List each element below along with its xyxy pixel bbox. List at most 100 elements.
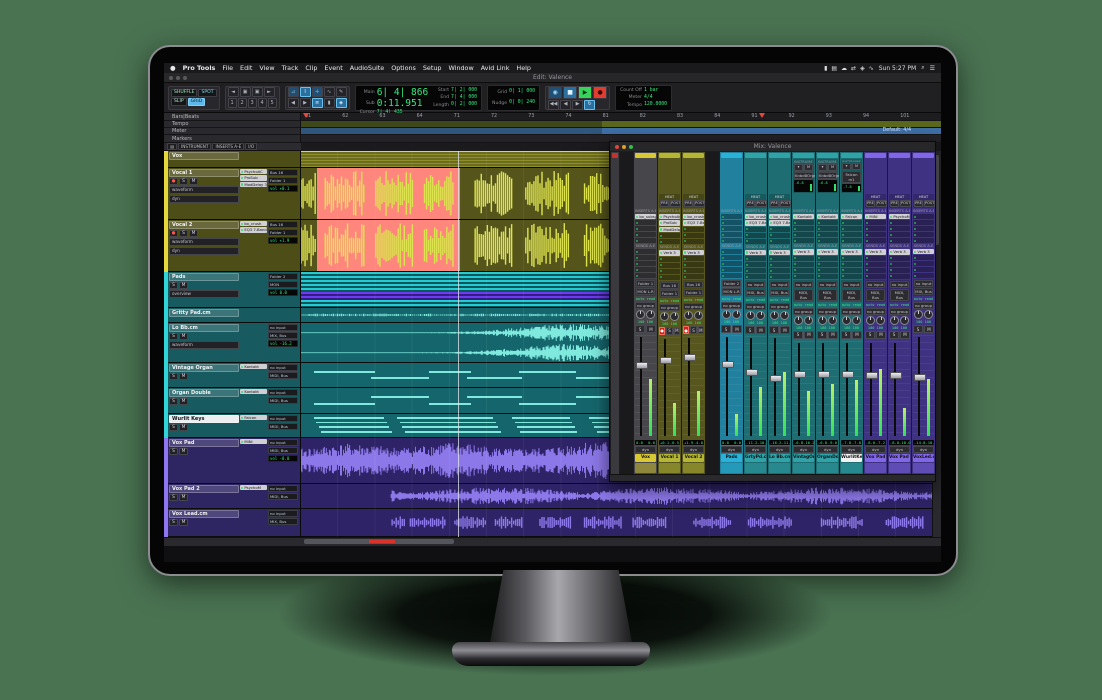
fader-cap[interactable] — [890, 372, 902, 379]
comments-box[interactable] — [841, 463, 862, 473]
solo-button[interactable]: S — [169, 373, 178, 380]
insert-plugin-button[interactable]: Verb 3 — [889, 249, 910, 254]
insert-slot-empty[interactable] — [635, 273, 656, 278]
insert-slot-empty[interactable] — [659, 269, 680, 274]
solo-button[interactable]: S — [169, 448, 178, 455]
solo-button[interactable]: S — [179, 178, 188, 185]
insert-slot-empty[interactable] — [889, 262, 910, 267]
insertion-follows-icon[interactable]: ▮ — [324, 98, 335, 108]
insert-plugin-button[interactable]: Kontakt — [817, 214, 838, 219]
track-view-selector[interactable]: waveform — [169, 341, 239, 349]
mute-button[interactable]: M — [189, 178, 198, 185]
input-selector[interactable]: Bus 16 — [660, 282, 679, 289]
pan-knob-left[interactable] — [770, 311, 779, 320]
fader-area[interactable] — [865, 341, 886, 438]
strip-name-plate[interactable]: Vox Pad 2 — [889, 454, 910, 462]
track-name[interactable]: Lo Bb.cm — [169, 324, 239, 332]
mute-button[interactable]: M — [179, 519, 188, 526]
menu-item-avid-link[interactable]: Avid Link — [481, 64, 510, 72]
sub-counter-value[interactable]: 0:11.951 — [376, 98, 429, 109]
solo-button[interactable]: S — [169, 333, 178, 340]
insert-slot-empty[interactable] — [841, 226, 862, 231]
solo-button[interactable]: S — [721, 325, 731, 333]
pan-knob-left[interactable] — [890, 316, 899, 325]
group-selector[interactable]: no group — [817, 308, 838, 315]
column-header-i-o[interactable]: I/O — [245, 143, 257, 150]
pan-knob-left[interactable] — [866, 316, 875, 325]
pan-knob-right[interactable] — [646, 310, 655, 319]
output-selector[interactable]: Folder 1 — [684, 289, 703, 296]
midi-note[interactable] — [371, 377, 429, 379]
fader-cap[interactable] — [914, 374, 926, 381]
comments-box[interactable] — [635, 463, 656, 473]
insert-slot-empty[interactable] — [865, 226, 886, 231]
dyn-button[interactable]: dyn — [745, 446, 766, 453]
menu-item-pro-tools[interactable]: Pro Tools — [183, 64, 216, 72]
ruler-label-bars-beats[interactable]: Bars|Beats — [164, 113, 301, 121]
fader-cap[interactable] — [746, 369, 758, 376]
comments-box[interactable] — [817, 463, 838, 473]
io-selector[interactable]: Bus 16 — [268, 221, 298, 228]
solo-button[interactable]: S — [179, 230, 188, 237]
mute-button[interactable]: M — [179, 282, 188, 289]
insert-slot-empty[interactable] — [659, 263, 680, 268]
control-center-icon[interactable]: ☰ — [930, 65, 935, 72]
insert-slot-empty[interactable] — [913, 261, 934, 266]
insert-slot-empty[interactable] — [841, 238, 862, 243]
mix-window[interactable]: Mix: Valence INSERTS A-Ebx_subsynSENDS A… — [609, 141, 936, 482]
insert-plugin-button[interactable]: PsychoAC — [659, 214, 680, 219]
insert-slot-empty[interactable] — [817, 220, 838, 225]
zoom-preset-5[interactable]: 5 — [268, 98, 277, 108]
track-name[interactable]: Gritty Pad.cm — [169, 309, 239, 317]
group-selector[interactable]: no group — [745, 303, 766, 310]
menu-item-view[interactable]: View — [259, 64, 274, 72]
track-list-icon[interactable]: ▤ — [167, 143, 177, 150]
insert-slot-empty[interactable] — [635, 255, 656, 260]
session-display[interactable]: Count Off 1 bar Meter 4/4 Tempo 120.0000 — [615, 85, 672, 111]
mute-button[interactable]: M — [852, 331, 862, 339]
zoom-horizontal-icon[interactable]: ▣ — [240, 87, 251, 97]
insert-slot-empty[interactable] — [635, 238, 656, 243]
meter-value[interactable]: 4/4 — [643, 94, 668, 101]
insert-plugin-button[interactable]: bx_crush — [769, 214, 790, 219]
insert-slot-empty[interactable] — [817, 268, 838, 273]
mute-button[interactable]: M — [732, 325, 742, 333]
solo-button[interactable]: S — [169, 424, 178, 431]
insert-slot-empty[interactable] — [889, 226, 910, 231]
insert-slot-empty[interactable] — [817, 262, 838, 267]
input-selector[interactable]: no input — [818, 281, 837, 288]
dyn-button[interactable]: dyn — [659, 446, 680, 453]
track-name[interactable]: Organ Double — [169, 389, 239, 397]
trim-tool-icon[interactable]: ⊿ — [288, 87, 299, 97]
insert-plugin-button[interactable]: MiNi — [865, 214, 886, 219]
insert-slot-empty[interactable] — [841, 268, 862, 273]
automation-mode-button[interactable]: auto read — [683, 298, 704, 302]
tab-to-transient-icon[interactable]: ◀ — [288, 98, 299, 108]
insert-plugin-button[interactable]: EQ3 7-Band — [240, 227, 267, 232]
insert-plugin-button[interactable]: MiNi — [240, 439, 267, 444]
menu-item-window[interactable]: Window — [448, 64, 473, 72]
insert-slot-empty[interactable] — [889, 274, 910, 279]
insert-plugin-button[interactable]: Kontakt — [240, 389, 267, 394]
insert-slot-empty[interactable] — [635, 226, 656, 231]
grid-value[interactable]: 0| 1| 000 — [508, 87, 536, 98]
insert-slot-empty[interactable] — [635, 267, 656, 272]
dyn-button[interactable]: dyn — [817, 446, 838, 453]
mute-button[interactable]: M — [646, 325, 656, 333]
dyn-button[interactable]: dyn — [889, 446, 910, 453]
insert-slot-empty[interactable] — [683, 233, 704, 238]
group-selector[interactable]: no group — [769, 303, 790, 310]
strip-name-plate[interactable]: WurlitKeys — [841, 454, 862, 462]
insert-slot-empty[interactable] — [793, 238, 814, 243]
insert-plugin-button[interactable]: Kontakt — [793, 214, 814, 219]
midi-note[interactable] — [519, 403, 577, 405]
ruler-lane-0[interactable]: 61626364717273748182838491929394101 — [301, 113, 941, 121]
insert-slot-empty[interactable] — [889, 268, 910, 273]
fader-cap[interactable] — [684, 354, 696, 361]
fader-cap[interactable] — [866, 372, 878, 379]
track-name[interactable]: Vox Pad 2 — [169, 485, 239, 493]
insert-slot-empty[interactable] — [889, 232, 910, 237]
io-selector[interactable]: Folder 1 — [268, 177, 298, 184]
mute-button[interactable]: M — [179, 424, 188, 431]
automation-mode-button[interactable]: auto read — [635, 297, 656, 301]
